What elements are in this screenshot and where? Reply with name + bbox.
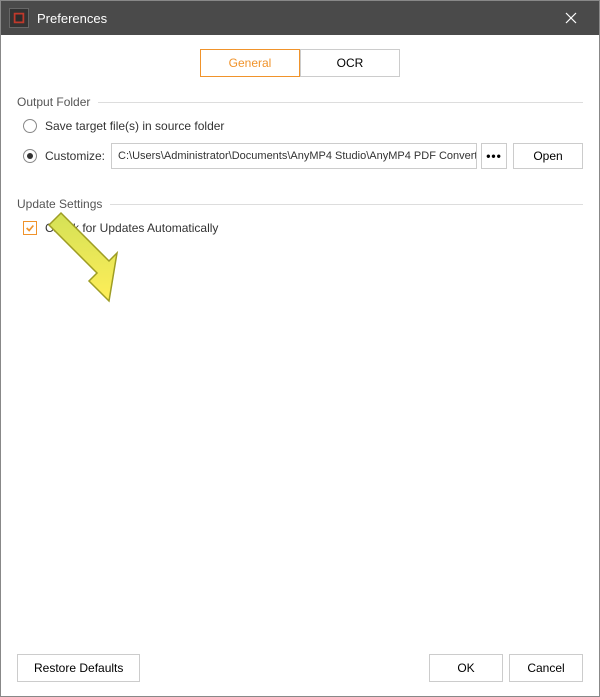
titlebar: Preferences <box>1 1 599 35</box>
cancel-button[interactable]: Cancel <box>509 654 583 682</box>
tab-ocr[interactable]: OCR <box>300 49 400 77</box>
group-header: Update Settings <box>17 197 583 211</box>
ok-button[interactable]: OK <box>429 654 503 682</box>
update-settings-group: Update Settings Check for Updates Automa… <box>17 197 583 245</box>
close-button[interactable] <box>551 1 591 35</box>
auto-check-label[interactable]: Check for Updates Automatically <box>45 221 218 235</box>
path-input[interactable]: C:\Users\Administrator\Documents\AnyMP4 … <box>111 143 477 169</box>
close-icon <box>565 12 577 24</box>
divider <box>110 204 583 205</box>
browse-button[interactable]: ••• <box>481 143 507 169</box>
output-folder-group: Output Folder Save target file(s) in sou… <box>17 95 583 179</box>
open-button[interactable]: Open <box>513 143 583 169</box>
divider <box>98 102 583 103</box>
output-folder-title: Output Folder <box>17 95 90 109</box>
preferences-window: Preferences General OCR Output Folder Sa… <box>0 0 600 697</box>
checkbox-auto-update[interactable] <box>23 221 37 235</box>
radio-customize[interactable] <box>23 149 37 163</box>
group-header: Output Folder <box>17 95 583 109</box>
window-title: Preferences <box>37 11 551 26</box>
spacer <box>17 263 583 646</box>
tab-general[interactable]: General <box>200 49 300 77</box>
restore-defaults-button[interactable]: Restore Defaults <box>17 654 140 682</box>
footer: Restore Defaults OK Cancel <box>17 646 583 682</box>
update-settings-title: Update Settings <box>17 197 102 211</box>
customize-label[interactable]: Customize: <box>45 149 105 163</box>
content-area: General OCR Output Folder Save target fi… <box>1 35 599 696</box>
auto-check-row: Check for Updates Automatically <box>17 221 583 235</box>
save-source-row: Save target file(s) in source folder <box>17 119 583 133</box>
app-icon <box>9 8 29 28</box>
customize-row: Customize: C:\Users\Administrator\Docume… <box>17 143 583 169</box>
tab-bar: General OCR <box>17 49 583 77</box>
path-text: C:\Users\Administrator\Documents\AnyMP4 … <box>118 150 477 162</box>
check-icon <box>25 223 35 233</box>
radio-save-source[interactable] <box>23 119 37 133</box>
save-source-label[interactable]: Save target file(s) in source folder <box>45 119 224 133</box>
